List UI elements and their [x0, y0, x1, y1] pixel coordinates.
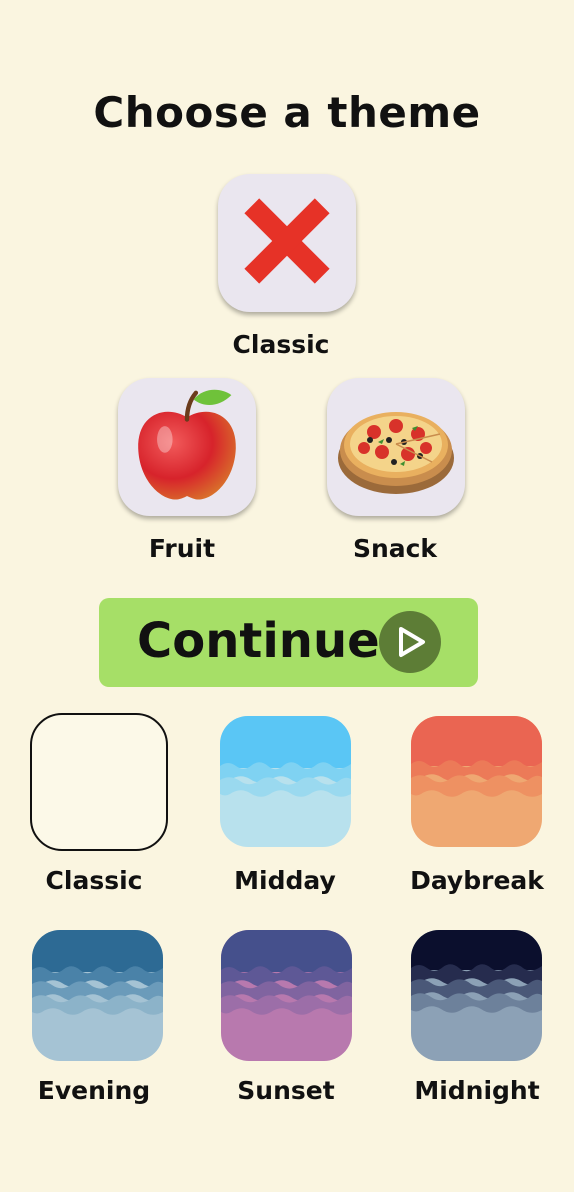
color-theme-daybreak-label: Daybreak	[410, 866, 544, 895]
piece-theme-snack-label: Snack	[352, 534, 438, 563]
color-theme-classic[interactable]	[30, 713, 168, 851]
continue-button[interactable]: Continue	[99, 598, 478, 687]
color-theme-classic-label: Classic	[45, 866, 143, 895]
piece-theme-classic[interactable]	[218, 174, 356, 312]
color-theme-evening[interactable]	[32, 930, 163, 1061]
piece-theme-snack[interactable]	[327, 378, 465, 516]
color-theme-midday[interactable]	[220, 716, 351, 847]
pizza-icon	[334, 390, 458, 504]
play-icon	[379, 611, 441, 673]
color-theme-daybreak[interactable]	[411, 716, 542, 847]
apple-icon	[131, 384, 243, 510]
color-theme-evening-label: Evening	[37, 1076, 151, 1105]
piece-theme-fruit[interactable]	[118, 378, 256, 516]
piece-theme-classic-label: Classic	[232, 330, 330, 359]
color-theme-midnight[interactable]	[411, 930, 542, 1061]
page-title: Choose a theme	[93, 88, 481, 137]
continue-label: Continue	[137, 613, 380, 669]
color-theme-midnight-label: Midnight	[414, 1076, 540, 1105]
piece-theme-fruit-label: Fruit	[148, 534, 216, 563]
color-theme-midday-label: Midday	[234, 866, 336, 895]
color-theme-sunset[interactable]	[221, 930, 352, 1061]
red-x-icon	[232, 186, 342, 300]
color-theme-sunset-label: Sunset	[237, 1076, 335, 1105]
